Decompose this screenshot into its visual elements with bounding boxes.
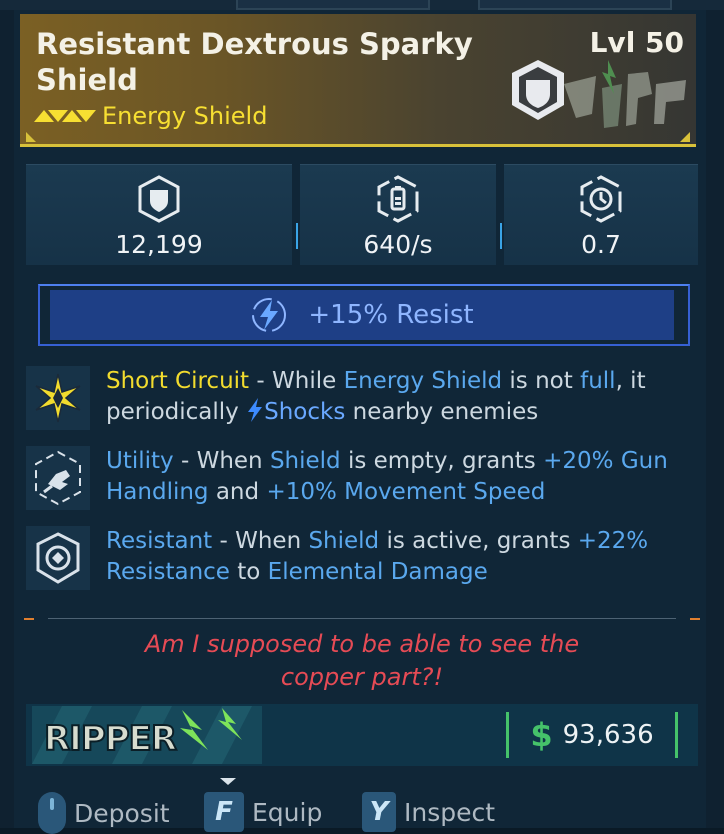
rarity-chevrons-icon — [34, 110, 96, 122]
background-tab — [478, 0, 672, 10]
ripper-logo: RIPPER — [32, 706, 262, 764]
key-f-icon: F — [204, 792, 244, 832]
perk-icon-tile — [26, 366, 90, 430]
background-tab — [236, 0, 430, 10]
perk-text: - When — [212, 528, 309, 554]
item-footer: RIPPER $ 93,636 — [26, 704, 698, 766]
perk-text: - When — [173, 448, 270, 474]
shock-bolt-icon — [248, 398, 263, 422]
perk-text: is active, grants — [379, 528, 578, 554]
perk-keyword: Shocks — [264, 399, 346, 425]
perk-text: to — [229, 559, 268, 585]
perk-short-circuit: Short Circuit - While Energy Shield is n… — [26, 366, 686, 432]
action-label: Equip — [252, 797, 323, 827]
dollar-icon: $ — [530, 716, 553, 754]
perk-text: and — [208, 479, 267, 505]
corner-accent — [680, 132, 690, 142]
ripper-logo-text: RIPPER — [44, 719, 177, 759]
recharge-delay-icon — [580, 175, 622, 223]
star-emblem-icon — [35, 373, 81, 423]
ripper-graffiti-art — [564, 60, 686, 128]
resist-banner: +15% Resist — [38, 284, 690, 346]
rarity-row: Energy Shield — [34, 102, 267, 130]
perk-utility: Utility - When Shield is empty, grants +… — [26, 446, 686, 512]
perk-text: is empty, grants — [340, 448, 544, 474]
lightning-bolt-icon — [252, 298, 287, 332]
shield-capacity-icon — [138, 175, 180, 223]
item-name: Resistant Dextrous Sparky Shield — [36, 27, 473, 97]
perk-keyword: Shield — [269, 448, 341, 474]
perk-description: Resistant - When Shield is active, grant… — [106, 526, 686, 588]
perk-text: - While — [249, 368, 344, 394]
perk-keyword: Elemental Damage — [267, 559, 488, 585]
flavor-line: Am I supposed to be able to see the — [144, 630, 580, 658]
perk-keyword: Shield — [308, 528, 380, 554]
grabbing-hand-icon — [35, 450, 81, 506]
perk-icon-tile — [26, 446, 90, 510]
perk-name: Utility — [106, 448, 174, 474]
perk-description: Short Circuit - While Energy Shield is n… — [106, 366, 686, 428]
action-label: Deposit — [74, 798, 170, 828]
perk-name: Short Circuit — [106, 368, 250, 394]
perk-text: is not — [502, 368, 581, 394]
perk-keyword: full — [580, 368, 616, 394]
price-tag: $ 93,636 — [506, 712, 678, 758]
stat-capacity: 12,199 — [26, 164, 298, 265]
price-value: 93,636 — [562, 720, 654, 750]
selected-action-indicator — [220, 778, 236, 785]
background-panel-right — [705, 10, 724, 828]
corner-accent — [26, 132, 36, 142]
perk-icon-tile — [26, 526, 90, 590]
action-label: Inspect — [404, 797, 496, 827]
stat-value: 0.7 — [581, 230, 621, 259]
stats-row: 12,199 640/s 0.7 — [26, 164, 698, 265]
item-type-label: Energy Shield — [102, 102, 268, 130]
perk-text: nearby enemies — [345, 399, 539, 425]
stat-value: 640/s — [363, 230, 433, 259]
perk-keyword: Energy Shield — [343, 368, 503, 394]
flavor-line: copper part?! — [280, 663, 444, 691]
stat-value: 12,199 — [115, 230, 203, 259]
shield-badge-icon — [36, 532, 80, 584]
perk-keyword: +10% Movement Speed — [266, 479, 546, 505]
key-y-icon: Y — [362, 792, 396, 832]
stat-separator — [500, 223, 502, 249]
perk-name: Resistant — [106, 528, 213, 554]
flavor-text: Am I supposed to be able to see the copp… — [40, 628, 684, 694]
perk-resistant: Resistant - When Shield is active, grant… — [26, 526, 686, 592]
resist-banner-inner: +15% Resist — [50, 290, 674, 340]
background-panel-left — [0, 10, 15, 828]
item-header: Resistant Dextrous Sparky Shield Lvl 50 … — [20, 14, 696, 147]
action-bar: Deposit F Equip Y Inspect — [26, 778, 698, 834]
section-divider — [24, 612, 700, 622]
perk-description: Utility - When Shield is empty, grants +… — [106, 446, 686, 508]
stat-recharge-delay: 0.7 — [504, 164, 698, 265]
resist-bonus: +15% Resist — [308, 300, 474, 330]
equip-button[interactable]: F Equip — [204, 792, 322, 832]
recharge-rate-icon — [377, 175, 419, 223]
background-tooltip-strip — [0, 0, 724, 10]
stat-separator — [296, 223, 298, 249]
inspect-button[interactable]: Y Inspect — [362, 792, 495, 832]
stat-recharge-rate: 640/s — [300, 164, 502, 265]
